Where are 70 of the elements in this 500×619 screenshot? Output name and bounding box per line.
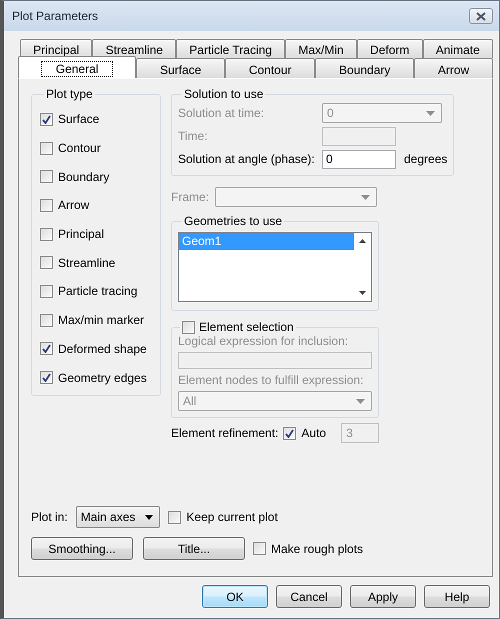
dropdown[interactable]: Main axes bbox=[76, 506, 160, 528]
tab[interactable]: Deform bbox=[356, 39, 423, 58]
checkbox-label: Make rough plots bbox=[271, 542, 364, 556]
checkbox[interactable] bbox=[40, 142, 53, 155]
checkbox[interactable] bbox=[40, 170, 53, 184]
field-label: Solution at time: bbox=[178, 106, 266, 120]
close-icon bbox=[476, 12, 486, 20]
dialog-button[interactable]: Help bbox=[424, 585, 490, 608]
tab[interactable]: Principal bbox=[20, 39, 92, 58]
dialog-button[interactable]: OK bbox=[202, 585, 268, 608]
tab[interactable]: General bbox=[18, 56, 136, 78]
field-label: Time: bbox=[178, 129, 209, 143]
checkbox[interactable] bbox=[40, 371, 53, 384]
scroll-up-icon[interactable] bbox=[359, 239, 366, 243]
checkbox[interactable] bbox=[182, 320, 195, 334]
checkbox-label: Boundary bbox=[58, 170, 110, 184]
field-label: Logical expression for inclusion: bbox=[178, 334, 350, 348]
checkbox[interactable] bbox=[283, 426, 296, 440]
input-field[interactable] bbox=[178, 352, 372, 369]
unit-label: degrees bbox=[404, 152, 448, 166]
checkbox-label: Max/min marker bbox=[58, 313, 144, 328]
action-button[interactable]: Title... bbox=[143, 537, 245, 560]
tab[interactable]: Contour bbox=[225, 58, 316, 78]
checkbox-label: Element selection bbox=[199, 320, 294, 334]
checkbox[interactable] bbox=[40, 314, 53, 327]
checkbox-label: Keep current plot bbox=[186, 510, 278, 524]
window-title: Plot Parameters bbox=[12, 9, 100, 23]
field-label: Frame: bbox=[171, 190, 210, 204]
caret-icon bbox=[361, 194, 370, 200]
checkbox-label: Arrow bbox=[58, 198, 90, 212]
checkbox[interactable] bbox=[40, 112, 53, 126]
dialog-button[interactable]: Cancel bbox=[276, 585, 342, 608]
tab[interactable]: Arrow bbox=[414, 58, 493, 78]
checkbox-label: Surface bbox=[58, 112, 100, 126]
field-label: Element nodes to fulfill expression: bbox=[178, 373, 364, 387]
action-button[interactable]: Smoothing... bbox=[31, 537, 133, 560]
tab[interactable]: Max/Min bbox=[285, 39, 357, 58]
checkbox[interactable] bbox=[40, 342, 53, 356]
group-title: Geometries to use bbox=[183, 214, 284, 228]
caret-icon bbox=[145, 514, 154, 520]
scroll-down-icon[interactable] bbox=[359, 291, 366, 295]
tab[interactable]: Surface bbox=[136, 58, 226, 78]
caret-icon bbox=[356, 398, 365, 404]
group-title: Plot type bbox=[45, 87, 94, 101]
dialog-button[interactable]: Apply bbox=[350, 585, 416, 608]
checkbox[interactable] bbox=[40, 228, 53, 241]
field-label: Element refinement: bbox=[171, 426, 278, 440]
checkbox[interactable] bbox=[40, 284, 53, 298]
checkbox-label: Contour bbox=[58, 141, 101, 156]
checkbox-label: Auto bbox=[301, 426, 326, 440]
checkbox-label: Streamline bbox=[58, 256, 116, 270]
field-label: Solution at angle (phase): bbox=[178, 152, 316, 166]
tab[interactable]: Animate bbox=[422, 39, 493, 58]
tab[interactable]: Particle Tracing bbox=[176, 39, 286, 58]
tab[interactable]: Boundary bbox=[315, 58, 414, 78]
checkbox-label: Deformed shape bbox=[58, 342, 147, 356]
checkbox[interactable] bbox=[40, 198, 53, 212]
close-button[interactable] bbox=[469, 8, 493, 24]
checkbox-label: Particle tracing bbox=[58, 284, 138, 298]
checkbox[interactable] bbox=[40, 256, 53, 270]
group-title: Solution to use bbox=[183, 87, 264, 101]
dropdown[interactable] bbox=[215, 187, 378, 207]
field-label: Plot in: bbox=[31, 510, 68, 524]
tab[interactable]: Streamline bbox=[92, 39, 176, 58]
checkbox[interactable] bbox=[253, 542, 266, 555]
caret-icon bbox=[426, 110, 435, 116]
checkbox[interactable] bbox=[168, 510, 182, 524]
checkbox-label: Principal bbox=[58, 227, 104, 242]
checkbox-label: Geometry edges bbox=[58, 370, 147, 385]
input-field[interactable]: 0 bbox=[322, 150, 396, 168]
